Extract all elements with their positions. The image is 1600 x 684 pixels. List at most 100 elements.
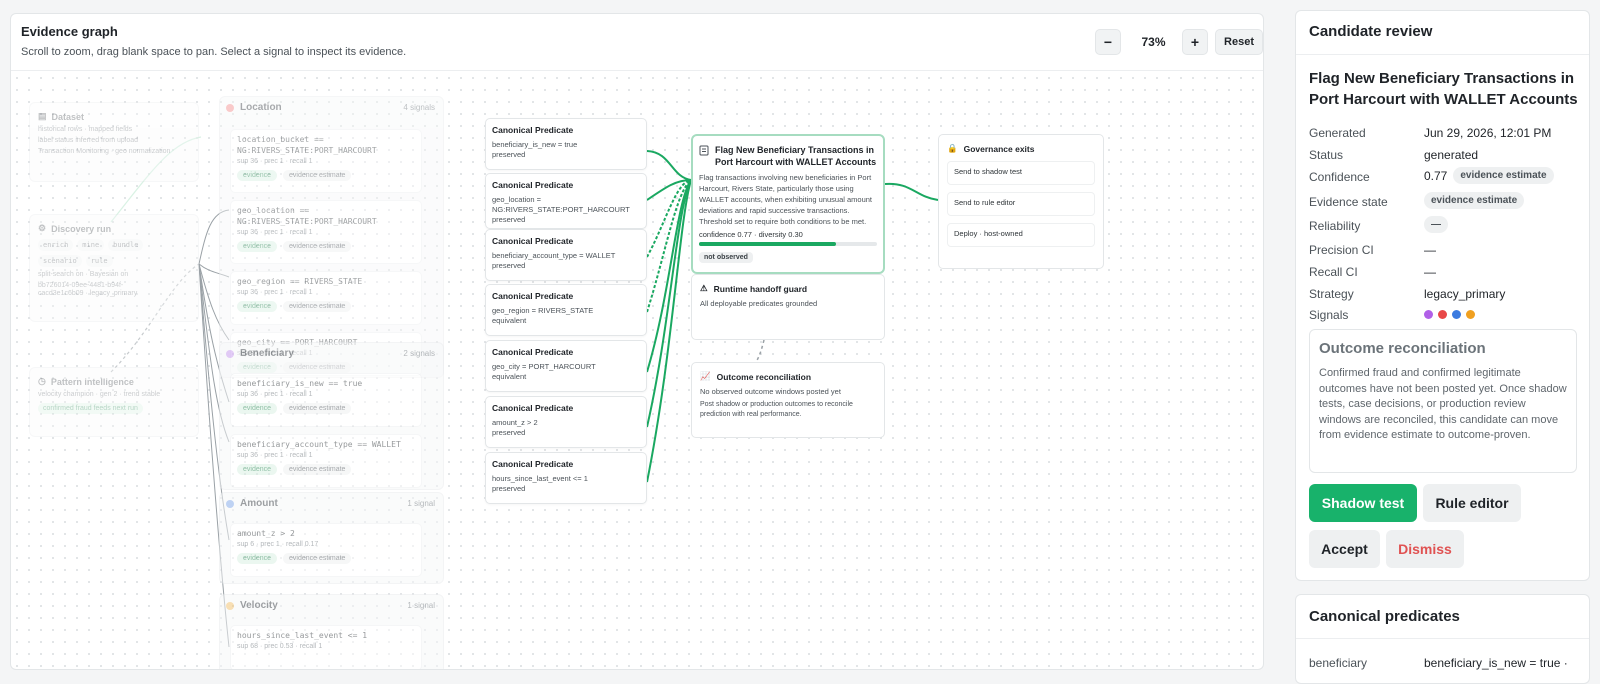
zoom-out-button[interactable]: −	[1095, 29, 1121, 55]
graph-subtitle: Scroll to zoom, drag blank space to pan.…	[21, 46, 407, 58]
canonical-predicates-panel: Canonical predicates beneficiary benefic…	[1295, 594, 1590, 684]
confidence-bar-fill	[699, 242, 837, 246]
zoom-in-button[interactable]: +	[1182, 29, 1208, 55]
clock-icon: ◷	[38, 376, 46, 386]
pattern-line: velocity champion · gen 2 · trend stable	[38, 391, 161, 398]
rule-editor-button[interactable]: Rule editor	[1423, 484, 1521, 522]
strategy-label: Strategy	[1309, 287, 1354, 301]
predicate-body: geo_city = PORT_HARCOURT equivalent	[492, 362, 596, 381]
discovery-line: bb726014-09ee-4481-b94f-	[38, 282, 124, 289]
canonical-predicate-card[interactable]: Canonical Predicate hours_since_last_eve…	[485, 452, 647, 504]
group-location[interactable]: Location 4 signals location_bucket == NG…	[219, 96, 444, 378]
outcome-body: Confirmed fraud and confirmed legitimate…	[1319, 367, 1567, 441]
pipeline-chip: bundle	[108, 239, 144, 251]
signal-card[interactable]: hours_since_last_event <= 1 sup 68 · pre…	[230, 625, 422, 669]
graph-header: Evidence graph Scroll to zoom, drag blan…	[11, 14, 1263, 71]
group-velocity-name: Velocity	[240, 600, 278, 611]
evidence-state-value: evidence estimate	[1424, 192, 1525, 209]
canonical-predicates-header: Canonical predicates	[1296, 595, 1589, 639]
signal-card[interactable]: beneficiary_account_type == WALLET sup 3…	[230, 434, 422, 488]
reset-button[interactable]: Reset	[1215, 29, 1263, 55]
shadow-test-button[interactable]: Shadow test	[1309, 484, 1417, 522]
group-amount-count: 1 signal	[407, 499, 435, 508]
estimate-badge: evidence estimate	[283, 553, 352, 564]
group-amount[interactable]: Amount 1 signal amount_z > 2 sup 6 · pre…	[219, 492, 444, 584]
location-dot	[226, 103, 234, 112]
precision-ci-value: —	[1424, 243, 1436, 257]
strategy-value: legacy_primary	[1424, 287, 1506, 301]
signal-card[interactable]: beneficiary_is_new == true sup 36 · prec…	[230, 373, 422, 427]
predicate-body: beneficiary_is_new = true preserved	[492, 140, 578, 159]
signal-expression: beneficiary_account_type == WALLET	[237, 440, 401, 449]
signal-card[interactable]: location_bucket == NG:RIVERS_STATE:PORT_…	[230, 129, 422, 193]
predicate-title: Canonical Predicate	[492, 403, 574, 413]
canonical-predicate-card[interactable]: Canonical Predicate amount_z > 2 preserv…	[485, 396, 647, 448]
graph-canvas[interactable]: ▤ Dataset historical rows · mapped field…	[11, 72, 1263, 669]
signals-label: Signals	[1309, 308, 1349, 322]
runtime-guard-node[interactable]: ⚠ Runtime handoff guard All deployable p…	[691, 274, 885, 340]
dataset-card[interactable]: ▤ Dataset historical rows · mapped field…	[29, 102, 199, 182]
pattern-intelligence-title: ◷ Pattern intelligence	[38, 376, 134, 387]
outcome-reconciliation-box: Outcome reconciliation Confirmed fraud a…	[1309, 329, 1577, 473]
warning-icon: ⚠	[700, 283, 708, 293]
beneficiary-dot	[226, 349, 234, 358]
candidate-title: Flag New Beneficiary Transactions in Por…	[1309, 70, 1578, 108]
pattern-chip: confirmed fraud feeds next run	[38, 403, 143, 414]
outcome-reconciliation-node[interactable]: 📈 Outcome reconciliation No observed out…	[691, 362, 885, 438]
estimate-badge: evidence estimate	[283, 170, 352, 181]
gear-icon: ⚙	[38, 223, 47, 233]
candidate-review-panel: Candidate review Flag New Beneficiary Tr…	[1295, 10, 1590, 581]
predicate-title: Canonical Predicate	[492, 125, 574, 135]
evidence-state-pill: evidence estimate	[1424, 192, 1525, 209]
discovery-run-title: ⚙ Discovery run	[38, 223, 112, 234]
governance-exit-shadow[interactable]: Send to shadow test	[947, 161, 1095, 185]
outcome-node-line: No observed outcome windows posted yet	[700, 387, 841, 396]
pipeline-chip: rule	[85, 255, 113, 267]
estimate-badge: evidence estimate	[283, 301, 352, 312]
governance-exits-node[interactable]: 🔒 Governance exits Send to shadow test S…	[938, 134, 1104, 269]
governance-exit-deploy[interactable]: Deploy · host-owned	[947, 223, 1095, 247]
runtime-guard-title: ⚠ Runtime handoff guard	[700, 283, 808, 294]
canonical-predicate-card[interactable]: Canonical Predicate geo_region = RIVERS_…	[485, 284, 647, 336]
signals-dots	[1424, 310, 1476, 319]
canonical-predicate-card[interactable]: Canonical Predicate geo_location = NG:RI…	[485, 173, 647, 229]
group-velocity[interactable]: Velocity 1 signal hours_since_last_event…	[219, 594, 444, 669]
amount-dot	[226, 499, 234, 508]
group-velocity-count: 1 signal	[407, 601, 435, 610]
group-location-name: Location	[240, 102, 282, 113]
canonical-predicate-card[interactable]: Canonical Predicate beneficiary_is_new =…	[485, 118, 647, 170]
confidence-pill: evidence estimate	[1453, 167, 1554, 184]
signal-expression: amount_z > 2	[237, 529, 295, 538]
evidence-badge: evidence	[237, 403, 278, 414]
observation-status-chip: not observed	[699, 252, 753, 263]
signal-meta: sup 36 · prec 1 · recall 1	[237, 158, 313, 165]
governance-title: 🔒 Governance exits	[947, 143, 1035, 154]
signal-meta: sup 36 · prec 1 · recall 1	[237, 391, 313, 398]
signal-card[interactable]: geo_location == NG:RIVERS_STATE:PORT_HAR…	[230, 200, 422, 264]
pattern-intelligence-card[interactable]: ◷ Pattern intelligence velocity champion…	[29, 367, 199, 437]
recall-ci-label: Recall CI	[1309, 265, 1358, 279]
canonical-predicate-card[interactable]: Canonical Predicate beneficiary_account_…	[485, 229, 647, 281]
signal-expression: hours_since_last_event <= 1	[237, 631, 368, 640]
discovery-run-card[interactable]: ⚙ Discovery run enrich mine bundle scena…	[29, 214, 199, 322]
signal-card[interactable]: geo_region == RIVERS_STATE sup 36 · prec…	[230, 271, 422, 325]
group-beneficiary[interactable]: Beneficiary 2 signals beneficiary_is_new…	[219, 342, 444, 490]
signal-meta: sup 36 · prec 1 · recall 1	[237, 229, 313, 236]
evidence-badge: evidence	[237, 464, 278, 475]
dataset-card-title: ▤ Dataset	[38, 111, 85, 122]
edge-pred-1	[646, 150, 692, 181]
signal-meta: sup 36 · prec 1 · recall 1	[237, 289, 313, 296]
candidate-review-header: Candidate review	[1296, 11, 1589, 55]
generated-label: Generated	[1309, 126, 1366, 140]
canonical-predicate-card[interactable]: Canonical Predicate geo_city = PORT_HARC…	[485, 340, 647, 392]
signal-expression: location_bucket == NG:RIVERS_STATE:PORT_…	[237, 135, 377, 155]
accept-button[interactable]: Accept	[1309, 530, 1380, 568]
signal-expression: geo_location == NG:RIVERS_STATE:PORT_HAR…	[237, 206, 377, 226]
evidence-badge: evidence	[237, 170, 278, 181]
dismiss-button[interactable]: Dismiss	[1386, 530, 1464, 568]
signal-card[interactable]: amount_z > 2 sup 6 · prec 1 · recall 0.1…	[230, 523, 422, 577]
governance-exit-rule-editor[interactable]: Send to rule editor	[947, 192, 1095, 216]
predicate-body: beneficiary_account_type = WALLET preser…	[492, 251, 616, 270]
candidate-node[interactable]: Flag New Beneficiary Transactions in Por…	[691, 134, 885, 274]
discovery-line: cacd3e1c6b09 · legacy_primary	[38, 290, 138, 297]
